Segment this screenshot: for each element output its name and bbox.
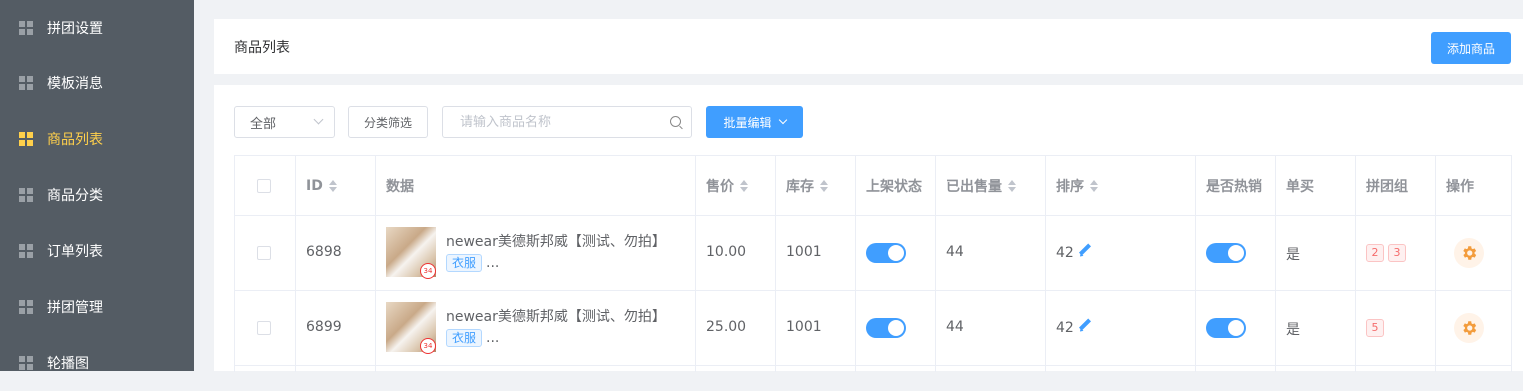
- group-tag[interactable]: 5: [1366, 319, 1384, 337]
- group-tag[interactable]: 2: [1366, 244, 1384, 262]
- status-select-value: 全部: [250, 116, 277, 132]
- column-header-status: 上架状态: [866, 178, 922, 195]
- group-tag[interactable]: 3: [1388, 244, 1406, 262]
- product-thumbnail[interactable]: 34: [386, 302, 436, 354]
- search-field: [442, 106, 692, 138]
- search-input[interactable]: [458, 113, 662, 131]
- sidebar-item-carousel[interactable]: 轮播图: [0, 335, 194, 391]
- hot-sale-toggle[interactable]: [1206, 243, 1246, 263]
- settings-button[interactable]: [1454, 313, 1484, 343]
- grid-icon: [19, 21, 33, 35]
- status-select[interactable]: 全部: [234, 106, 335, 138]
- row-stock: 1001: [786, 319, 822, 335]
- column-header-hot: 是否热销: [1206, 178, 1262, 195]
- sidebar-item-product-list[interactable]: 商品列表: [0, 111, 194, 167]
- hot-sale-toggle[interactable]: [1206, 318, 1246, 338]
- page-title: 商品列表: [234, 40, 290, 56]
- on-shelf-toggle[interactable]: [866, 243, 906, 263]
- row-price: 10.00: [706, 244, 747, 260]
- row-sold: 44: [946, 319, 964, 335]
- gear-icon: [1463, 246, 1477, 260]
- row-checkbox[interactable]: [257, 321, 271, 335]
- sidebar-item-label: 模板消息: [47, 76, 103, 92]
- search-icon[interactable]: [670, 116, 681, 127]
- column-header-sold[interactable]: 已出售量: [946, 156, 1016, 215]
- batch-edit-button[interactable]: 批量编辑: [706, 106, 803, 138]
- sidebar-item-label: 商品列表: [47, 132, 103, 148]
- gear-icon: [1463, 321, 1477, 335]
- sidebar-item-template-messages[interactable]: 模板消息: [0, 55, 194, 111]
- column-header-data: 数据: [386, 178, 414, 195]
- sidebar-item-label: 轮播图: [47, 356, 89, 372]
- sidebar-item-group-management[interactable]: 拼团管理: [0, 279, 194, 335]
- sort-icon[interactable]: [1008, 179, 1016, 192]
- category-filter-button[interactable]: 分类筛选: [348, 106, 428, 138]
- on-shelf-toggle[interactable]: [866, 318, 906, 338]
- sidebar: 拼团设置 模板消息 商品列表 商品分类 订单列表 拼团管理 轮播图: [0, 0, 194, 372]
- product-table: ID 数据 售价 库存 上架状态 已出售量 排序 是否热销 单买 拼团组 操作: [234, 155, 1512, 372]
- sidebar-item-orders[interactable]: 订单列表: [0, 223, 194, 279]
- product-table-panel: 全部 分类筛选 批量编辑 ID 数据: [214, 85, 1523, 372]
- product-name[interactable]: newear美德斯邦威【测试、勿拍】: [446, 306, 666, 326]
- grid-icon: [19, 356, 33, 370]
- column-header-single: 单买: [1286, 178, 1314, 195]
- row-sort: 42: [1056, 244, 1092, 261]
- sidebar-item-product-categories[interactable]: 商品分类: [0, 167, 194, 223]
- sort-icon[interactable]: [1090, 179, 1098, 192]
- row-single-buy: 是: [1286, 322, 1300, 338]
- more-text: ...: [486, 255, 500, 271]
- column-header-sort[interactable]: 排序: [1056, 156, 1098, 215]
- row-id: 6898: [306, 244, 342, 260]
- settings-button[interactable]: [1454, 238, 1484, 268]
- pencil-icon[interactable]: [1078, 244, 1092, 258]
- category-tag: 衣服: [446, 254, 483, 272]
- sort-icon[interactable]: [328, 179, 337, 192]
- add-product-button[interactable]: 添加商品: [1431, 32, 1511, 64]
- batch-edit-label: 批量编辑: [723, 115, 772, 130]
- chevron-down-icon: [313, 114, 324, 125]
- product-thumbnail[interactable]: 34: [386, 227, 436, 279]
- column-header-action: 操作: [1446, 178, 1474, 195]
- row-price: 25.00: [706, 319, 747, 335]
- row-single-buy: 是: [1286, 247, 1300, 263]
- sort-icon[interactable]: [820, 179, 828, 192]
- sidebar-item-group-settings[interactable]: 拼团设置: [0, 0, 194, 56]
- sidebar-item-label: 拼团设置: [47, 21, 103, 37]
- grid-icon: [19, 76, 33, 90]
- sidebar-item-label: 商品分类: [47, 188, 103, 204]
- row-id: 6899: [306, 319, 342, 335]
- category-tag: 衣服: [446, 329, 483, 347]
- product-name[interactable]: newear美德斯邦威【测试、勿拍】: [446, 231, 666, 251]
- column-header-id[interactable]: ID: [306, 156, 337, 215]
- chevron-down-icon: [778, 115, 787, 125]
- page-header: 商品列表 添加商品: [214, 19, 1523, 74]
- column-header-price[interactable]: 售价: [706, 156, 748, 215]
- column-header-stock[interactable]: 库存: [786, 156, 828, 215]
- pencil-icon[interactable]: [1078, 319, 1092, 333]
- grid-icon: [19, 188, 33, 202]
- row-sort: 42: [1056, 319, 1092, 336]
- sidebar-item-label: 拼团管理: [47, 300, 103, 316]
- grid-icon: [19, 300, 33, 314]
- row-sold: 44: [946, 244, 964, 260]
- more-text: ...: [486, 330, 500, 346]
- column-header-groups: 拼团组: [1366, 178, 1408, 195]
- grid-icon: [19, 244, 33, 258]
- grid-icon: [19, 132, 33, 146]
- sidebar-item-label: 订单列表: [47, 244, 103, 260]
- row-stock: 1001: [786, 244, 822, 260]
- select-all-checkbox[interactable]: [257, 179, 271, 193]
- row-checkbox[interactable]: [257, 246, 271, 260]
- sort-icon[interactable]: [740, 179, 748, 192]
